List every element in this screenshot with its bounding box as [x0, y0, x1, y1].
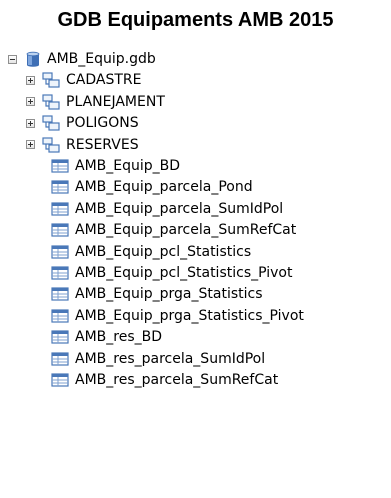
- table-label: AMB_res_BD: [75, 329, 163, 346]
- table-icon: [51, 330, 69, 344]
- table-icon: [51, 266, 69, 280]
- table-icon: [51, 351, 69, 366]
- table-icon: [51, 223, 69, 237]
- expand-toggle-icon[interactable]: [26, 75, 35, 85]
- feature-dataset-label: POLIGONS: [66, 115, 139, 132]
- table-label: AMB_Equip_BD: [75, 158, 181, 174]
- tree-item-table[interactable]: AMB_res_parcela_SumRefCat: [51, 367, 278, 393]
- collapse-toggle-icon[interactable]: [8, 54, 17, 64]
- database-icon: [26, 51, 40, 67]
- feature-dataset-icon: [42, 94, 60, 110]
- feature-dataset-icon: [42, 136, 60, 153]
- table-icon: [51, 309, 69, 323]
- table-icon: [51, 202, 69, 216]
- table-label: AMB_res_parcela_SumRefCat: [75, 372, 279, 388]
- geodatabase-label: AMB_Equip.gdb: [47, 51, 156, 67]
- expand-toggle-icon[interactable]: [26, 118, 35, 128]
- table-label: AMB_Equip_parcela_SumRefCat: [75, 222, 297, 239]
- table-label: AMB_res_parcela_SumIdPol: [75, 350, 266, 367]
- expand-toggle-icon[interactable]: [26, 140, 35, 150]
- table-label: AMB_Equip_parcela_SumIdPol: [75, 200, 284, 217]
- table-label: AMB_Equip_pcl_Statistics: [75, 243, 252, 260]
- table-icon: [51, 244, 69, 259]
- table-icon: [51, 287, 69, 301]
- feature-dataset-icon: [42, 115, 60, 131]
- table-label: AMB_Equip_prga_Statistics_Pivot: [75, 307, 304, 324]
- table-icon: [51, 373, 69, 387]
- table-label: AMB_Equip_prga_Statistics: [75, 286, 263, 303]
- table-label: AMB_Equip_parcela_Pond: [75, 179, 253, 196]
- page-title: GDB Equipaments AMB 2015: [57, 9, 334, 31]
- feature-dataset-icon: [42, 72, 60, 88]
- table-icon: [51, 159, 69, 173]
- table-icon: [51, 180, 69, 194]
- expand-toggle-icon[interactable]: [26, 97, 35, 107]
- feature-dataset-label: CADASTRE: [66, 72, 142, 89]
- feature-dataset-label: RESERVES: [66, 136, 139, 153]
- table-label: AMB_Equip_pcl_Statistics_Pivot: [75, 265, 293, 281]
- feature-dataset-label: PLANEJAMENT: [66, 93, 165, 110]
